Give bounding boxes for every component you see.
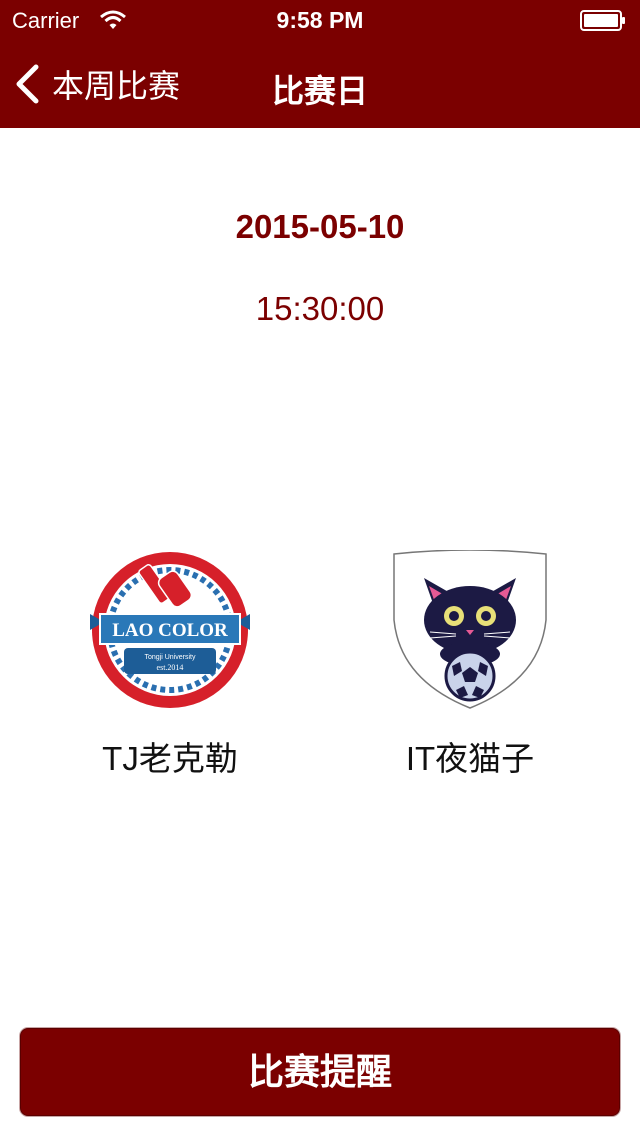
match-date: 2015-05-10	[235, 208, 405, 245]
app-header: Carrier 9:58 PM 本周比赛 比赛日	[0, 0, 640, 128]
battery-icon	[580, 10, 625, 31]
page-title: 比赛日	[271, 73, 368, 109]
status-time: 9:58 PM	[276, 7, 364, 33]
navigation-bar: 本周比赛 比赛日	[0, 40, 640, 128]
home-team-name: TJ老克勒	[102, 740, 238, 777]
away-team[interactable]: IT夜猫子	[330, 550, 610, 780]
away-team-logo	[393, 550, 547, 709]
status-bar: Carrier 9:58 PM	[0, 0, 640, 40]
match-reminder-button[interactable]: 比赛提醒	[20, 1028, 620, 1116]
home-team-logo: LAO COLOR Tongji University est.2014	[90, 552, 250, 708]
logo-banner-text: LAO COLOR	[112, 620, 228, 641]
home-team[interactable]: LAO COLOR Tongji University est.2014 TJ老…	[30, 550, 310, 780]
logo-est-text: est.2014	[157, 663, 184, 672]
logo-subtitle-text: Tongji University	[145, 654, 196, 661]
match-time: 15:30:00	[255, 290, 385, 327]
away-team-name: IT夜猫子	[405, 740, 535, 777]
